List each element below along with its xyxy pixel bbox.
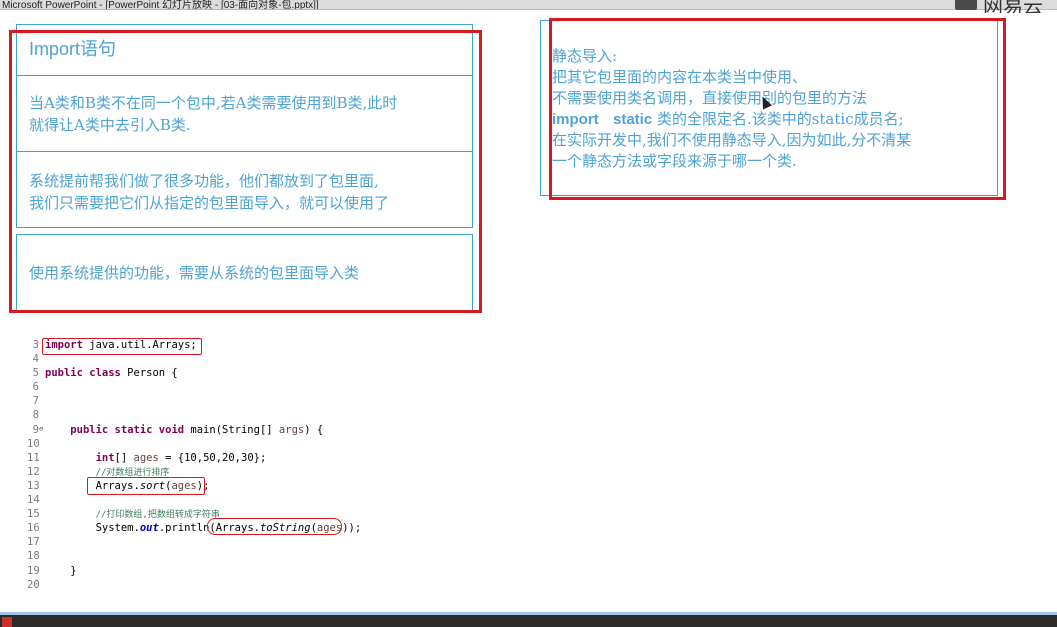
static-import-line-3: 不需要使用类名调用，直接使用别的包里的方法: [552, 89, 868, 107]
tostring-highlight-box: [207, 518, 342, 535]
line-number: 10: [27, 437, 40, 450]
code-text: ));: [342, 522, 362, 535]
code-text: []: [114, 451, 134, 464]
taskbar: [0, 612, 1057, 627]
code-keyword: int: [95, 451, 115, 464]
line-number: 6: [32, 381, 39, 394]
code-line: 18: [27, 549, 447, 563]
line-number: 7: [32, 395, 39, 408]
line-number: 17: [27, 536, 40, 549]
code-field: out: [139, 522, 159, 535]
code-variable: args: [278, 423, 305, 436]
code-text: main(String[]: [184, 423, 279, 436]
logo-text: 网易云: [983, 0, 1043, 13]
static-import-line-2: 把其它包里面的内容在本类当中使用、: [552, 68, 808, 86]
import-keyword: import: [552, 111, 599, 128]
line-number: 9: [32, 423, 39, 436]
window-title: Microsoft PowerPoint - [PowerPoint 幻灯片放映…: [2, 0, 319, 10]
static-import-line-5: 在实际开发中,我们不使用静态导入,因为如此,分不清某: [552, 131, 912, 149]
static-import-line-6: 一个静态方法或字段来源于哪一个类.: [552, 152, 797, 170]
code-text: }: [70, 564, 77, 577]
line-number: 12: [27, 465, 40, 478]
line-number: 18: [27, 550, 40, 563]
line-number: 19: [27, 564, 40, 577]
code-line: 20: [27, 578, 447, 592]
window-titlebar: Microsoft PowerPoint - [PowerPoint 幻灯片放映…: [0, 0, 1057, 10]
code-keyword: public static void: [70, 423, 185, 436]
left-highlight-box: [9, 30, 482, 313]
line-number: 15: [27, 508, 40, 521]
code-line: 8: [27, 408, 447, 422]
code-line: 5 public class Person {: [27, 366, 447, 380]
code-text: = {10,50,20,30};: [158, 451, 267, 464]
static-keyword: static: [612, 111, 653, 128]
code-text: Person {: [120, 367, 178, 380]
code-line: 7: [27, 394, 447, 408]
watermark-logo: 网易云: [947, 0, 1057, 13]
static-import-text: 静态导入: 把其它包里面的内容在本类当中使用、 不需要使用类名调用，直接使用别的…: [552, 46, 992, 172]
import-highlight-box: [42, 338, 202, 355]
code-text: ) {: [304, 423, 324, 436]
line-number: 8: [32, 409, 39, 422]
logo-icon: [955, 0, 977, 10]
code-line: 10: [27, 437, 447, 451]
code-line: 9 ⊖ public static void main(String[] args…: [27, 423, 447, 437]
line-number: 4: [32, 353, 39, 366]
code-line: 19 }: [27, 564, 447, 578]
code-keyword: public class: [45, 367, 121, 380]
code-line: 11 int[] ages = {10,50,20,30};: [27, 451, 447, 465]
code-comment: //打印数组,把数组转成字符串: [95, 510, 220, 521]
code-variable: ages: [133, 451, 159, 464]
static-import-heading: 静态导入:: [552, 47, 618, 65]
line-number: 3: [32, 339, 39, 351]
line-number: 13: [27, 479, 40, 492]
line-number: 11: [27, 451, 40, 464]
line-number: 14: [27, 494, 40, 507]
static-import-syntax: import static 类的全限定名.该类中的static成员名;: [552, 109, 992, 130]
syntax-rest: 类的全限定名.该类中的static成员名;: [652, 110, 904, 128]
code-line: 17: [27, 535, 447, 549]
line-number: 5: [32, 367, 39, 380]
sort-highlight-box: [87, 477, 205, 495]
line-number: 16: [27, 522, 40, 535]
code-editor: 3 import java.util.Arrays; 4 5 public clas…: [27, 338, 447, 592]
code-line: 14: [27, 493, 447, 507]
code-line: 6: [27, 380, 447, 394]
code-text: System.: [95, 522, 140, 535]
line-number: 20: [27, 578, 40, 591]
app-icon[interactable]: [2, 617, 12, 627]
fold-icon[interactable]: ⊖: [39, 422, 43, 436]
